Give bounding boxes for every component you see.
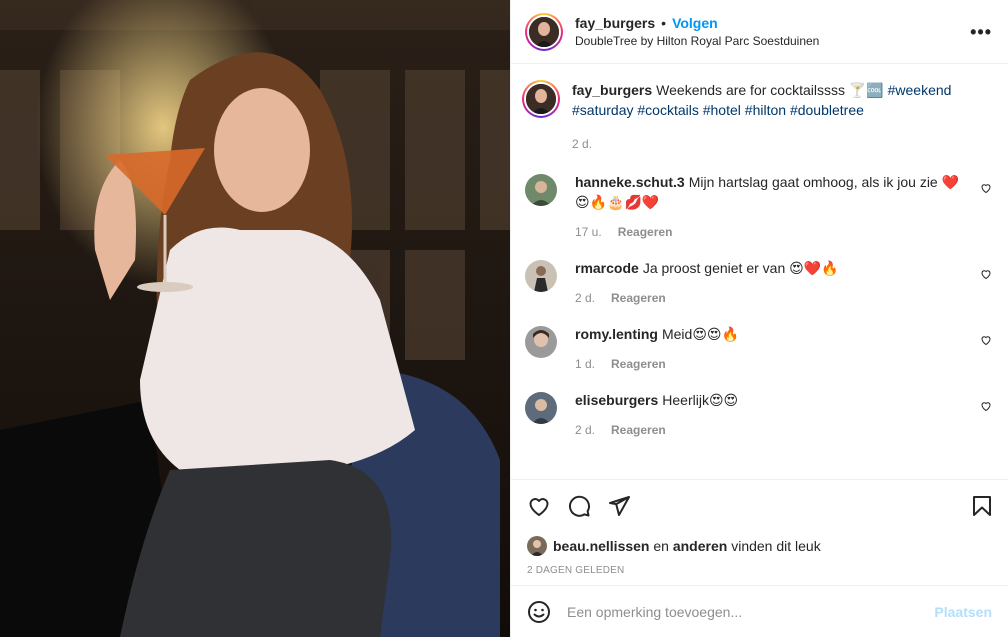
commenter-avatar[interactable] [525,392,557,424]
hashtag-hotel[interactable]: #hotel [703,102,741,118]
bookmark-icon[interactable] [970,494,994,518]
author-avatar[interactable] [525,12,563,51]
comment-text: Heerlijk😍😍 [662,392,739,408]
caption-time[interactable]: 2 d. [572,134,592,154]
reply-button[interactable]: Reageren [618,222,673,242]
reply-button[interactable]: Reageren [611,420,666,440]
share-direct-icon[interactable] [607,494,631,518]
post-comment-button[interactable]: Plaatsen [934,604,992,620]
like-comment-heart-icon[interactable] [980,334,992,346]
follow-button[interactable]: Volgen [672,15,718,31]
caption-text: Weekends are for cocktailssss 🍸🆒 [656,82,884,98]
comment-input[interactable]: Een opmerking toevoegen... [567,604,934,620]
liker-username[interactable]: beau.nellissen [553,538,649,554]
comment-text: Ja proost geniet er van 😍❤️🔥 [642,260,839,276]
post-date[interactable]: 2 DAGEN GELEDEN [511,561,1008,585]
hashtag-weekend[interactable]: #weekend [888,82,952,98]
comment-username[interactable]: romy.lenting [575,326,658,342]
likes-others-link[interactable]: anderen [673,538,727,554]
likes-suffix: vinden dit leuk [731,538,821,554]
comment-item: rmarcode Ja proost geniet er van 😍❤️🔥 2 d… [525,258,994,324]
commenter-avatar[interactable] [525,174,557,206]
reply-button[interactable]: Reageren [611,354,666,374]
like-heart-icon[interactable] [527,494,551,518]
comment-username[interactable]: rmarcode [575,260,639,276]
hashtag-saturday[interactable]: #saturday [572,102,633,118]
caption-avatar-image [526,84,556,114]
comment-time[interactable]: 1 d. [575,354,595,374]
action-bar [511,479,1008,531]
like-comment-heart-icon[interactable] [980,268,992,280]
comment-time[interactable]: 2 d. [575,288,595,308]
post-location[interactable]: DoubleTree by Hilton Royal Parc Soestdui… [575,34,970,48]
caption: fay_burgers Weekends are for cocktailssss… [522,80,994,172]
emoji-icon[interactable] [527,600,551,624]
caption-username[interactable]: fay_burgers [572,82,652,98]
liker-avatar[interactable] [527,536,547,556]
header-separator: • [661,15,667,31]
like-comment-heart-icon[interactable] [980,400,992,412]
post-dialog: fay_burgers • Volgen DoubleTree by Hilto… [0,0,1008,637]
comment-time[interactable]: 17 u. [575,222,602,242]
comment-item: hanneke.schut.3 Mijn hartslag gaat omhoog… [525,172,994,258]
comments-list[interactable]: fay_burgers Weekends are for cocktailssss… [511,64,1008,479]
like-comment-heart-icon[interactable] [980,182,992,194]
author-avatar-image [529,16,559,47]
comment-username[interactable]: eliseburgers [575,392,658,408]
add-comment-bar: Een opmerking toevoegen... Plaatsen [511,585,1008,637]
photo-illustration [0,0,510,637]
comment-item: romy.lenting Meid😍😍🔥 1 d. Reageren [525,324,994,390]
comment-time[interactable]: 2 d. [575,420,595,440]
comment-item: eliseburgers Heerlijk😍😍 2 d. Reageren [525,390,994,456]
comment-icon[interactable] [567,494,591,518]
commenter-avatar[interactable] [525,326,557,358]
likes-connector: en [653,538,669,554]
hashtag-doubletree[interactable]: #doubletree [790,102,864,118]
hashtag-hilton[interactable]: #hilton [745,102,786,118]
commenter-avatar[interactable] [525,260,557,292]
comment-text: Meid😍😍🔥 [661,326,739,342]
caption-avatar[interactable] [522,80,560,118]
comment-username[interactable]: hanneke.schut.3 [575,174,685,190]
post-photo [0,0,510,637]
author-username[interactable]: fay_burgers [575,15,655,31]
hashtag-cocktails[interactable]: #cocktails [637,102,698,118]
post-header: fay_burgers • Volgen DoubleTree by Hilto… [511,0,1008,64]
likes-summary: beau.nellissen en anderen vinden dit leu… [511,531,1008,561]
more-options-icon[interactable]: ••• [970,23,992,41]
post-side-panel: fay_burgers • Volgen DoubleTree by Hilto… [510,0,1008,637]
reply-button[interactable]: Reageren [611,288,666,308]
